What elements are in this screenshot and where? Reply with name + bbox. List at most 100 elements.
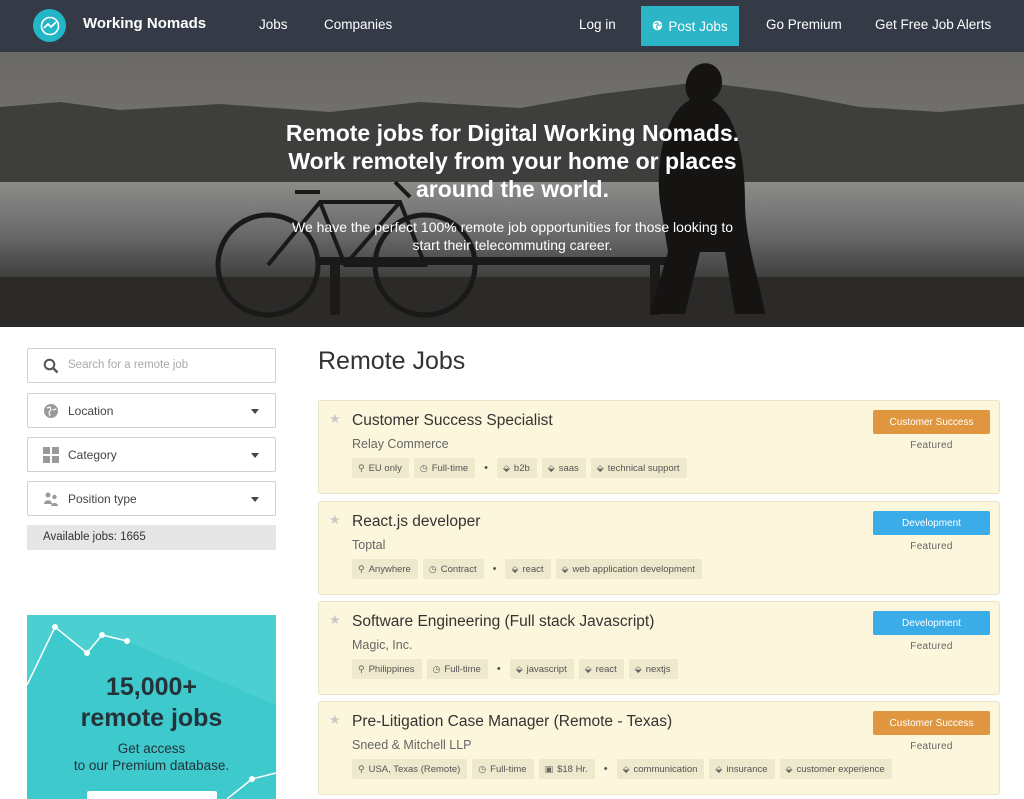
skill-tag[interactable]: ⬙ react xyxy=(578,659,624,679)
hero-subtitle: We have the perfect 100% remote job oppo… xyxy=(260,218,765,254)
nav-companies-link[interactable]: Companies xyxy=(324,17,392,32)
location-tag[interactable]: ⚲ Anywhere xyxy=(352,559,418,579)
location-pin-icon: ⚲ xyxy=(358,763,365,774)
job-card[interactable]: ★ Pre-Litigation Case Manager (Remote - T… xyxy=(318,701,1000,795)
hero-title-line3: around the world. xyxy=(416,176,609,202)
clock-icon: ◷ xyxy=(478,763,487,774)
category-label: Category xyxy=(68,448,117,462)
skill-tag[interactable]: ⬙ b2b xyxy=(497,458,537,478)
people-icon xyxy=(43,491,59,507)
location-tag-label: EU only xyxy=(368,462,402,474)
nav-premium-link[interactable]: Go Premium xyxy=(766,17,842,32)
star-icon[interactable]: ★ xyxy=(329,712,341,728)
tag-icon: ⬙ xyxy=(622,763,630,774)
featured-label: Featured xyxy=(910,541,953,552)
skill-tag[interactable]: ⬙ react xyxy=(505,559,551,579)
skill-tag-label: javascript xyxy=(526,663,567,675)
skill-tag[interactable]: ⬙ customer experience xyxy=(779,759,892,779)
job-tags: ⚲ EU only ◷ Full-time • ⬙ b2b ⬙ saas ⬙ technical s… xyxy=(352,458,692,478)
category-badge[interactable]: Development xyxy=(873,511,990,535)
position-type-label: Position type xyxy=(68,492,137,506)
tag-icon: ⬙ xyxy=(596,462,604,473)
skill-tag[interactable]: ⬙ technical support xyxy=(590,458,687,478)
job-title[interactable]: Pre-Litigation Case Manager (Remote - Te… xyxy=(352,713,672,731)
post-jobs-button[interactable]: Post Jobs xyxy=(641,6,739,46)
position-type-select[interactable]: Position type xyxy=(27,481,276,516)
job-card[interactable]: ★ Software Engineering (Full stack Javasc… xyxy=(318,601,1000,695)
location-pin-icon: ⚲ xyxy=(358,563,365,574)
job-type-tag[interactable]: ◷ Full-time xyxy=(413,458,476,478)
skill-tag[interactable]: ⬙ web application development xyxy=(555,559,702,579)
money-icon: ▣ xyxy=(544,763,554,774)
hero-sub-line1: We have the perfect 100% remote job oppo… xyxy=(291,219,733,235)
location-tag[interactable]: ⚲ USA, Texas (Remote) xyxy=(352,759,468,779)
location-select[interactable]: Location xyxy=(27,393,276,428)
category-select[interactable]: Category xyxy=(27,437,276,472)
job-company[interactable]: Sneed & Mitchell LLP xyxy=(352,738,472,752)
skill-tag[interactable]: ⬙ communication xyxy=(616,759,705,779)
location-tag[interactable]: ⚲ EU only xyxy=(352,458,409,478)
job-title[interactable]: Customer Success Specialist xyxy=(352,412,553,430)
separator-dot: • xyxy=(484,462,488,474)
tag-icon: ⬙ xyxy=(715,763,723,774)
skill-tag[interactable]: ⬙ insurance xyxy=(709,759,775,779)
featured-label: Featured xyxy=(910,641,953,652)
clock-icon: ◷ xyxy=(432,663,441,674)
skill-tag-label: technical support xyxy=(607,462,680,474)
featured-label: Featured xyxy=(910,741,953,752)
category-badge[interactable]: Development xyxy=(873,611,990,635)
category-badge[interactable]: Customer Success xyxy=(873,711,990,735)
skill-tag[interactable]: ⬙ nextjs xyxy=(628,659,678,679)
skill-tag-label: communication xyxy=(633,763,698,775)
skill-tag-label: react xyxy=(595,663,617,675)
job-company[interactable]: Relay Commerce xyxy=(352,437,449,451)
promo-cta-button[interactable] xyxy=(87,791,217,799)
nav-alerts-link[interactable]: Get Free Job Alerts xyxy=(875,17,991,32)
premium-promo-banner[interactable]: 15,000+ remote jobs Get access to our Pr… xyxy=(27,615,276,799)
skill-tag[interactable]: ⬙ saas xyxy=(541,458,586,478)
tag-icon: ⬙ xyxy=(503,462,510,473)
promo-heading-line1: 15,000+ xyxy=(105,673,198,701)
chevron-down-icon xyxy=(251,453,259,458)
nav-login-link[interactable]: Log in xyxy=(579,17,616,32)
brand-name[interactable]: Working Nomads xyxy=(83,15,206,32)
job-company[interactable]: Magic, Inc. xyxy=(352,638,412,652)
skill-tag-label: nextjs xyxy=(645,663,671,675)
chevron-down-icon xyxy=(251,409,259,414)
tag-icon: ⬙ xyxy=(511,563,519,574)
job-card[interactable]: ★ Customer Success Specialist Relay Commer… xyxy=(318,400,1000,494)
location-tag-label: Philippines xyxy=(368,663,415,675)
job-type-tag[interactable]: ◷ Full-time xyxy=(426,659,488,679)
job-company[interactable]: Toptal xyxy=(352,538,385,552)
job-type-tag[interactable]: ◷ Full-time xyxy=(472,759,534,779)
star-icon[interactable]: ★ xyxy=(329,512,341,528)
job-type-tag[interactable]: ◷ Contract xyxy=(422,559,484,579)
page-title: Remote Jobs xyxy=(318,347,466,375)
job-title[interactable]: Software Engineering (Full stack Javascr… xyxy=(352,613,654,631)
star-icon[interactable]: ★ xyxy=(329,612,341,628)
job-card[interactable]: ★ React.js developer Toptal ⚲ Anywhere ◷ Contr… xyxy=(318,501,1000,595)
logo-icon[interactable] xyxy=(33,9,66,42)
separator-dot: • xyxy=(496,663,501,675)
top-navbar: Working Nomads Jobs Companies Log in Pos… xyxy=(0,0,1024,52)
hero-banner: Remote jobs for Digital Working Nomads. … xyxy=(0,52,1024,327)
skill-tag[interactable]: ⬙ javascript xyxy=(509,659,574,679)
job-title[interactable]: React.js developer xyxy=(352,513,480,531)
location-tag-label: USA, Texas (Remote) xyxy=(368,763,461,775)
search-input[interactable]: Search for a remote job xyxy=(27,348,276,383)
tag-icon: ⬙ xyxy=(547,462,555,473)
skill-tag-label: web application development xyxy=(572,563,695,575)
location-tag[interactable]: ⚲ Philippines xyxy=(352,659,422,679)
category-badge[interactable]: Customer Success xyxy=(873,410,990,434)
skill-tag-label: saas xyxy=(558,462,579,474)
available-jobs-count: Available jobs: 1665 xyxy=(27,525,276,550)
job-type-tag-label: Full-time xyxy=(490,763,527,775)
promo-text-line1: Get access xyxy=(117,741,186,756)
nav-jobs-link[interactable]: Jobs xyxy=(259,17,288,32)
hero-title-line1: Remote jobs for Digital Working Nomads. xyxy=(285,120,740,146)
star-icon[interactable]: ★ xyxy=(329,411,341,427)
chevron-down-icon xyxy=(251,497,259,502)
salary-tag[interactable]: ▣ $18 Hr. xyxy=(538,759,595,779)
featured-label: Featured xyxy=(910,440,953,451)
search-placeholder: Search for a remote job xyxy=(68,359,189,371)
